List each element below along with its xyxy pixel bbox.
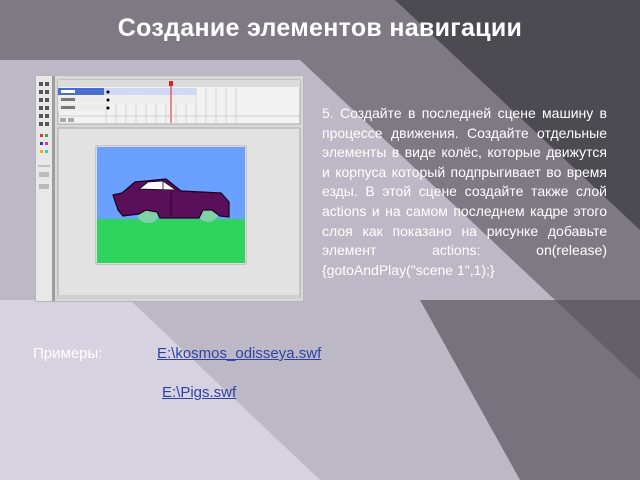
stage-grass [97, 219, 245, 263]
example-link-kosmos[interactable]: E:\kosmos_odisseya.swf [157, 345, 321, 362]
examples-label: Примеры: [33, 345, 103, 362]
instruction-text: 5. Создайте в последней сцене машину в п… [322, 105, 607, 278]
slide-title: Создание элементов навигации [117, 14, 523, 42]
example-link-pigs[interactable]: E:\Pigs.swf [162, 384, 236, 401]
flash-ide-screenshot [36, 76, 303, 301]
